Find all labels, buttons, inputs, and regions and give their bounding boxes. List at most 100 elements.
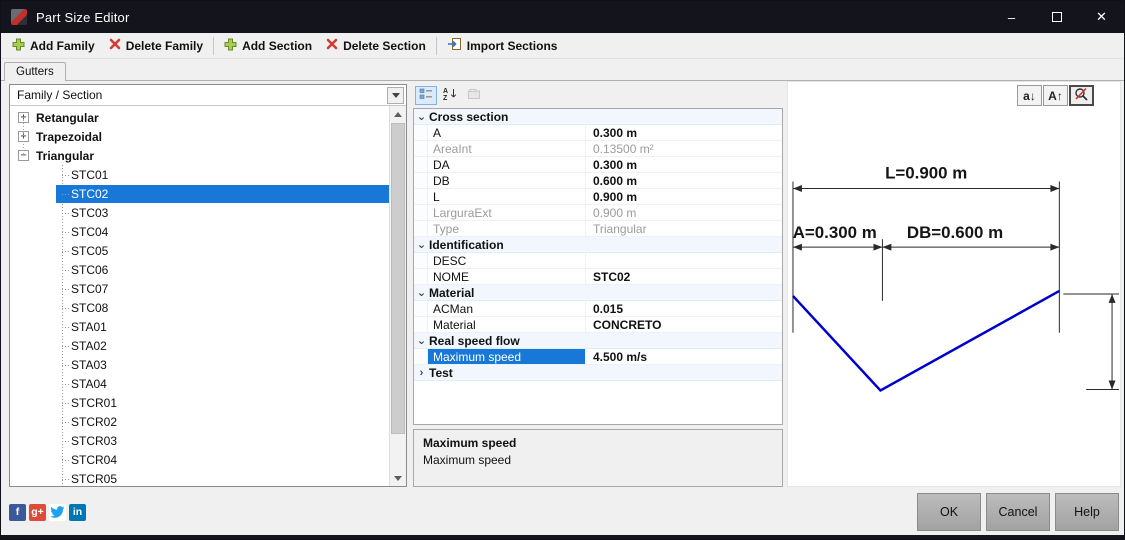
- property-row-maximum-speed[interactable]: Maximum speed 4.500 m/s: [414, 349, 782, 365]
- delete-icon: [326, 38, 338, 53]
- tree-item-label: STC04: [71, 224, 109, 239]
- property-row-db[interactable]: DB 0.600 m: [414, 173, 782, 189]
- tree-item-stc08[interactable]: STC08: [10, 298, 389, 317]
- property-value[interactable]: 0.900 m: [586, 206, 782, 220]
- zoom-off-button[interactable]: [1069, 85, 1094, 106]
- delete-section-button[interactable]: Delete Section: [319, 35, 433, 56]
- tree-item-stc05[interactable]: STC05: [10, 241, 389, 260]
- window-bottom-edge: [1, 535, 1124, 539]
- help-button[interactable]: Help: [1055, 493, 1119, 531]
- cancel-button[interactable]: Cancel: [986, 493, 1050, 531]
- delete-family-button[interactable]: Delete Family: [102, 35, 210, 56]
- property-category-identification[interactable]: ⌄ Identification: [414, 237, 782, 253]
- property-value[interactable]: 0.600 m: [586, 174, 782, 188]
- tree-family-triangular[interactable]: − Triangular: [10, 146, 389, 165]
- chevron-down-icon[interactable]: ⌄: [414, 111, 429, 122]
- twitter-icon[interactable]: [49, 503, 66, 521]
- tree-item-sta02[interactable]: STA02: [10, 336, 389, 355]
- tree-item-stcr05[interactable]: STCR05: [10, 469, 389, 486]
- property-category-test[interactable]: › Test: [414, 365, 782, 381]
- font-increase-button[interactable]: A↑: [1043, 85, 1068, 106]
- property-row-acman[interactable]: ACMan 0.015: [414, 301, 782, 317]
- property-row-nome[interactable]: NOME STC02: [414, 269, 782, 285]
- property-row-areaint[interactable]: AreaInt 0.13500 m²: [414, 141, 782, 157]
- tree-scrollbar[interactable]: [389, 106, 406, 486]
- property-value[interactable]: 0.13500 m²: [586, 142, 782, 156]
- tab-gutters[interactable]: Gutters: [4, 62, 66, 81]
- facebook-icon[interactable]: f: [9, 503, 26, 521]
- property-category-material[interactable]: ⌄ Material: [414, 285, 782, 301]
- add-section-button[interactable]: Add Section: [217, 35, 319, 57]
- tree-item-stcr04[interactable]: STCR04: [10, 450, 389, 469]
- property-value[interactable]: STC02: [586, 270, 782, 284]
- tree-item-stc01[interactable]: STC01: [10, 165, 389, 184]
- tree-family-retangular[interactable]: + Retangular: [10, 108, 389, 127]
- add-family-button[interactable]: Add Family: [5, 35, 102, 57]
- property-value[interactable]: 0.300 m: [586, 126, 782, 140]
- property-row-type[interactable]: Type Triangular: [414, 221, 782, 237]
- property-name: DESC: [428, 253, 586, 268]
- chevron-down-icon[interactable]: ⌄: [414, 239, 429, 250]
- chevron-right-icon[interactable]: ›: [414, 367, 429, 378]
- tree-item-stc07[interactable]: STC07: [10, 279, 389, 298]
- tree-item-stcr01[interactable]: STCR01: [10, 393, 389, 412]
- linkedin-icon[interactable]: in: [69, 503, 86, 521]
- alphabetical-sort-button[interactable]: AZ: [439, 86, 461, 105]
- tree-item-stc06[interactable]: STC06: [10, 260, 389, 279]
- tree-item-sta04[interactable]: STA04: [10, 374, 389, 393]
- expand-icon[interactable]: +: [18, 112, 29, 123]
- ok-button[interactable]: OK: [917, 493, 981, 531]
- minimize-button[interactable]: –: [989, 1, 1034, 33]
- part-size-editor-window: Part Size Editor – ✕ Add Family Delete F…: [0, 0, 1125, 540]
- add-icon: [12, 38, 25, 54]
- categorized-view-button[interactable]: [415, 85, 437, 105]
- property-row-material[interactable]: Material CONCRETO: [414, 317, 782, 333]
- property-row-da[interactable]: DA 0.300 m: [414, 157, 782, 173]
- tree-item-stc02[interactable]: STC02: [10, 184, 389, 203]
- property-row-a[interactable]: A 0.300 m: [414, 125, 782, 141]
- scroll-up-button[interactable]: [390, 106, 406, 122]
- scrollbar-thumb[interactable]: [391, 123, 405, 434]
- social-bar: f g+ in: [9, 503, 86, 521]
- dimension-a-label: A=0.300 m: [793, 223, 877, 242]
- diagram-canvas: L=0.900 m A=0.300 m DB=0.600 m: [792, 164, 1120, 393]
- tree-family-trapezoidal[interactable]: + Trapezoidal: [10, 127, 389, 146]
- maximize-button[interactable]: [1034, 1, 1079, 33]
- font-decrease-icon: a↓: [1023, 88, 1036, 103]
- arrow-up-icon: [394, 111, 402, 117]
- close-button[interactable]: ✕: [1079, 1, 1124, 33]
- property-value[interactable]: 0.900 m: [586, 190, 782, 204]
- tree-header-dropdown-button[interactable]: [387, 86, 404, 104]
- tree-item-stc04[interactable]: STC04: [10, 222, 389, 241]
- property-value[interactable]: 4.500 m/s: [586, 350, 782, 364]
- property-value[interactable]: Triangular: [586, 222, 782, 236]
- tree-children: STC01 STC02 STC03 STC04 STC05 STC06 STC07 STC08…: [10, 165, 389, 486]
- tree-item-label: STC08: [71, 300, 109, 315]
- row-gutter: [414, 317, 428, 332]
- property-row-desc[interactable]: DESC: [414, 253, 782, 269]
- tree-item-stcr02[interactable]: STCR02: [10, 412, 389, 431]
- property-category-cross-section[interactable]: ⌄ Cross section: [414, 109, 782, 125]
- property-row-larguraext[interactable]: LarguraExt 0.900 m: [414, 205, 782, 221]
- google-plus-icon[interactable]: g+: [29, 503, 46, 521]
- tree-item-stc03[interactable]: STC03: [10, 203, 389, 222]
- property-value[interactable]: 0.015: [586, 302, 782, 316]
- tree-header[interactable]: Family / Section: [10, 85, 406, 106]
- tree-item-sta03[interactable]: STA03: [10, 355, 389, 374]
- import-sections-button[interactable]: Import Sections: [440, 34, 565, 57]
- font-decrease-button[interactable]: a↓: [1017, 85, 1042, 106]
- tree-item-label: STCR05: [71, 471, 118, 486]
- expand-icon[interactable]: +: [18, 131, 29, 142]
- tree-item-sta01[interactable]: STA01: [10, 317, 389, 336]
- collapse-icon[interactable]: −: [18, 150, 29, 161]
- chevron-down-icon[interactable]: ⌄: [414, 335, 429, 346]
- property-value[interactable]: CONCRETO: [586, 318, 782, 332]
- chevron-down-icon[interactable]: ⌄: [414, 287, 429, 298]
- svg-text:Z: Z: [443, 95, 448, 100]
- scroll-down-button[interactable]: [390, 470, 406, 486]
- property-category-real-speed-flow[interactable]: ⌄ Real speed flow: [414, 333, 782, 349]
- property-pages-button: [463, 86, 485, 105]
- property-value[interactable]: 0.300 m: [586, 158, 782, 172]
- property-row-l[interactable]: L 0.900 m: [414, 189, 782, 205]
- tree-item-stcr03[interactable]: STCR03: [10, 431, 389, 450]
